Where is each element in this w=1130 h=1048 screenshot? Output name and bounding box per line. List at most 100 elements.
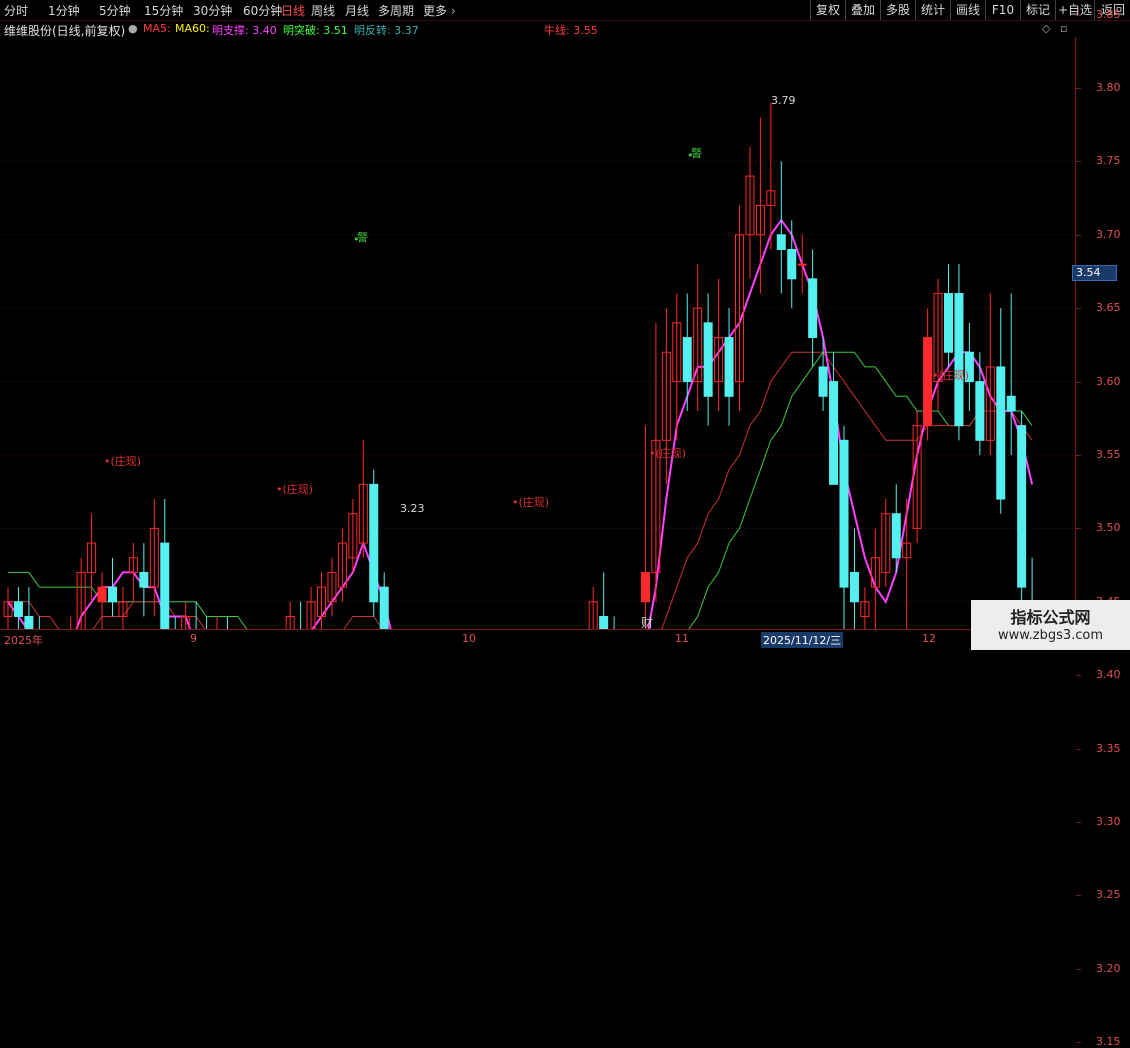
period-tab-15min[interactable]: 15分钟 <box>144 2 183 19</box>
current-price-box: 3.54 <box>1072 265 1117 281</box>
price-tick-mark <box>1076 161 1081 163</box>
candle-body <box>1017 425 1027 588</box>
date-tick: 2025年 <box>4 634 43 647</box>
candle-body <box>996 366 1006 500</box>
candle-body <box>776 234 786 250</box>
watermark-url: www.zbgs3.com <box>997 628 1104 643</box>
period-tab-timeshare[interactable]: 分时 <box>4 2 28 19</box>
add-watchlist-button[interactable]: +自选 <box>1055 0 1094 20</box>
price-tick: 3.35 <box>1096 741 1121 755</box>
window-icon[interactable]: ▫ <box>1060 22 1067 35</box>
kline-chart[interactable] <box>0 37 1076 629</box>
breakout-label: 明突破: 3.51 <box>283 24 348 37</box>
candle-body <box>818 366 828 397</box>
zhuang-marker: •(庄现) <box>649 445 686 461</box>
multi-stock-button[interactable]: 多股 <box>880 0 915 20</box>
price-tick: 3.85 <box>1096 7 1121 21</box>
price-tick-mark <box>1076 675 1081 677</box>
candle-body <box>954 293 964 427</box>
candle-body <box>787 248 797 280</box>
warning-dot-icon: • <box>687 149 694 162</box>
period-tab-30min[interactable]: 30分钟 <box>193 2 232 19</box>
candle-body <box>839 439 849 588</box>
draw-line-button[interactable]: 画线 <box>950 0 985 20</box>
price-tick-mark <box>1076 455 1081 456</box>
price-tick: 3.50 <box>1096 521 1121 535</box>
period-tab-daily[interactable]: 日线 <box>281 2 305 19</box>
low-price-label: 3.23 <box>400 502 425 515</box>
price-axis: 3.853.803.753.703.653.603.553.503.453.40… <box>1076 8 1130 1048</box>
high-price-label: 3.79 <box>771 94 796 107</box>
statistics-button[interactable]: 统计 <box>915 0 950 20</box>
fuquan-button[interactable]: 复权 <box>810 0 845 20</box>
candle-body <box>599 615 609 629</box>
zhuang-label: (庄现) <box>655 447 687 460</box>
zhuang-label: (庄现) <box>282 483 314 496</box>
candle-body <box>97 586 107 603</box>
bull-line-label: 牛线: 3.55 <box>544 24 598 37</box>
period-tab-60min[interactable]: 60分钟 <box>243 2 282 19</box>
indicator-header: 维维股份(日线,前复权) ● MA5: MA60: 明支撑: 3.40 明突破:… <box>0 21 1076 38</box>
reversal-label: 明反转: 3.37 <box>354 24 419 37</box>
period-tab-1min[interactable]: 1分钟 <box>48 2 80 19</box>
period-tab-5min[interactable]: 5分钟 <box>99 2 131 19</box>
candle-body <box>24 615 34 629</box>
crosshair-date-label: 2025/11/12/三 <box>761 632 844 648</box>
period-tab-multi[interactable]: 多周期 <box>378 2 414 19</box>
support-label: 明支撑: 3.40 <box>212 24 277 37</box>
settings-circle-icon[interactable]: ● <box>128 22 138 35</box>
price-tick-mark <box>1076 528 1081 530</box>
candle-body <box>379 586 389 629</box>
candle-body <box>829 381 839 485</box>
zhuang-marker: •(庄现) <box>512 494 549 510</box>
date-tick: 12 <box>922 632 936 645</box>
grid-lines <box>0 37 1076 629</box>
zhuang-marker: •(庄现) <box>932 367 969 383</box>
period-tab-more[interactable]: 更多 › <box>423 2 456 19</box>
mark-button[interactable]: 标记 <box>1020 0 1055 20</box>
chevron-right-icon: › <box>451 4 456 18</box>
candle-body <box>923 337 933 427</box>
price-tick-mark <box>1076 308 1081 310</box>
candle-body <box>808 278 818 339</box>
f10-button[interactable]: F10 <box>985 0 1020 20</box>
period-tab-weekly[interactable]: 周线 <box>311 2 335 19</box>
period-tab-monthly[interactable]: 月线 <box>345 2 369 19</box>
price-tick: 3.20 <box>1096 961 1121 975</box>
candle-body <box>724 337 734 397</box>
ma60-label: MA60: <box>175 22 210 35</box>
zhuang-label: (庄现) <box>518 496 550 509</box>
price-tick-mark <box>1076 968 1081 970</box>
price-tick-mark <box>1076 234 1081 236</box>
price-tick-mark <box>1076 381 1081 383</box>
more-label: 更多 <box>423 4 448 18</box>
price-tick: 3.70 <box>1096 227 1121 241</box>
warning-dot-icon: • <box>353 233 360 246</box>
price-tick: 3.25 <box>1096 888 1121 902</box>
top-toolbar: 分时 1分钟 5分钟 15分钟 30分钟 60分钟 日线 周线 月线 多周期 更… <box>0 0 1130 21</box>
zhuang-label: (庄现) <box>110 455 142 468</box>
ma5-label: MA5: <box>143 22 171 35</box>
candle-body <box>944 293 953 353</box>
price-tick: 3.75 <box>1096 154 1121 168</box>
price-tick-mark <box>1076 895 1081 897</box>
zhuang-marker: •(庄现) <box>276 481 313 497</box>
candle-body <box>139 571 149 588</box>
candle-body <box>13 601 23 617</box>
price-tick-mark <box>1076 822 1081 823</box>
overlay-button[interactable]: 叠加 <box>845 0 880 20</box>
candle-body <box>797 263 807 266</box>
candle-body <box>160 542 170 629</box>
zhuang-marker: •(庄现) <box>104 453 141 469</box>
diamond-icon[interactable]: ◇ <box>1042 22 1050 35</box>
candle-body <box>703 322 713 397</box>
price-tick: 3.15 <box>1096 1035 1121 1048</box>
price-tick: 3.65 <box>1096 301 1121 315</box>
candle-body <box>369 483 379 603</box>
price-tick-mark <box>1076 88 1081 89</box>
price-tick-mark <box>1076 14 1081 16</box>
price-tick-mark <box>1076 1042 1081 1044</box>
date-tick: 10 <box>462 632 476 645</box>
candle-body <box>891 513 901 559</box>
price-tick-mark <box>1076 748 1081 750</box>
